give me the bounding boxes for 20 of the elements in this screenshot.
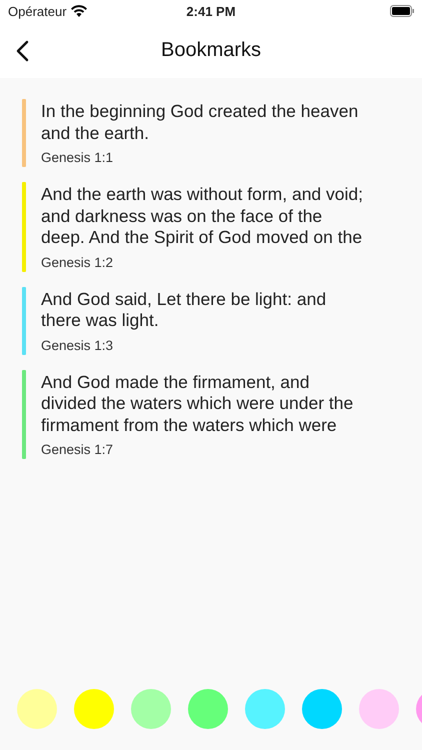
- page-title: Bookmarks: [160, 38, 262, 62]
- clock-time: 2:41 PM: [186, 4, 236, 18]
- verse-reference: Genesis 1:1: [41, 150, 114, 165]
- verse-text[interactable]: And God made the firmament, and divided the waters which were under the firmament from the waters which were: [41, 372, 354, 436]
- color-swatch[interactable]: [188, 689, 228, 729]
- verse-reference: Genesis 1:2: [41, 254, 114, 270]
- verse-reference: Genesis 1:7: [41, 442, 114, 457]
- verse-text[interactable]: And the earth was without form, and void; and darkness was on the face of the deep. And the Spirit of God moved on the: [41, 184, 363, 248]
- color-swatch[interactable]: [302, 689, 342, 729]
- battery-icon: [390, 5, 414, 17]
- color-swatch[interactable]: [359, 689, 399, 729]
- verse-text[interactable]: In the beginning God created the heaven and the earth.: [41, 101, 358, 144]
- color-swatch[interactable]: [131, 689, 171, 729]
- color-swatch[interactable]: [17, 689, 57, 729]
- verse-text[interactable]: And God said, Let there be light: and there was light.: [41, 288, 326, 332]
- color-swatch[interactable]: [245, 689, 285, 729]
- verse-reference: Genesis 1:3: [41, 338, 114, 352]
- color-swatch[interactable]: [74, 689, 114, 729]
- carrier-name: Opérateur: [8, 4, 67, 18]
- wifi-icon: [70, 5, 87, 17]
